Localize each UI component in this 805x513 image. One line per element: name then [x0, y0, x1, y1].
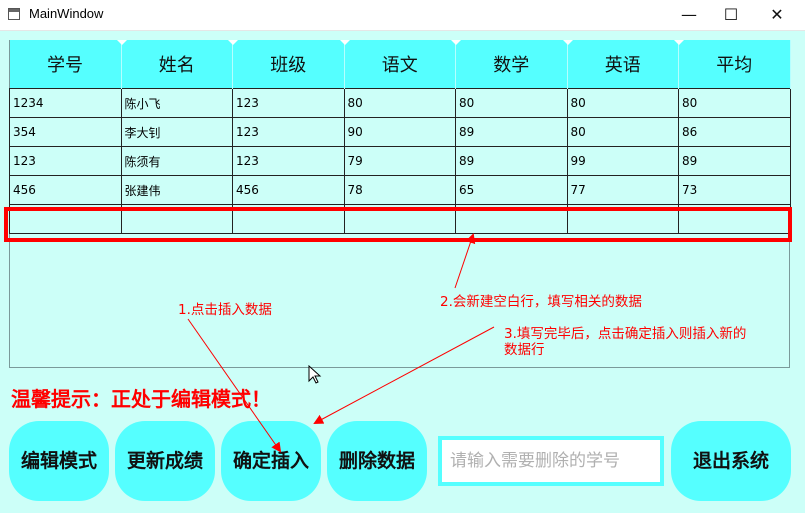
app-window-icon	[8, 8, 20, 20]
arrow-step1	[187, 318, 282, 453]
arrow-step3	[313, 326, 495, 424]
close-icon[interactable]: ✕	[754, 0, 800, 30]
title-bar: MainWindow — ☐ ✕	[0, 0, 805, 31]
arrow-step2	[454, 233, 476, 289]
mouse-cursor-icon	[308, 365, 322, 384]
main-client-area: 学号 姓名 班级 语文 数学 英语 平均 1234 陈小飞 123 80 80 …	[0, 31, 805, 513]
window-title: MainWindow	[29, 6, 104, 21]
maximize-icon[interactable]: ☐	[708, 0, 754, 30]
annotation-arrows	[187, 233, 495, 453]
minimize-icon[interactable]: —	[666, 0, 712, 30]
